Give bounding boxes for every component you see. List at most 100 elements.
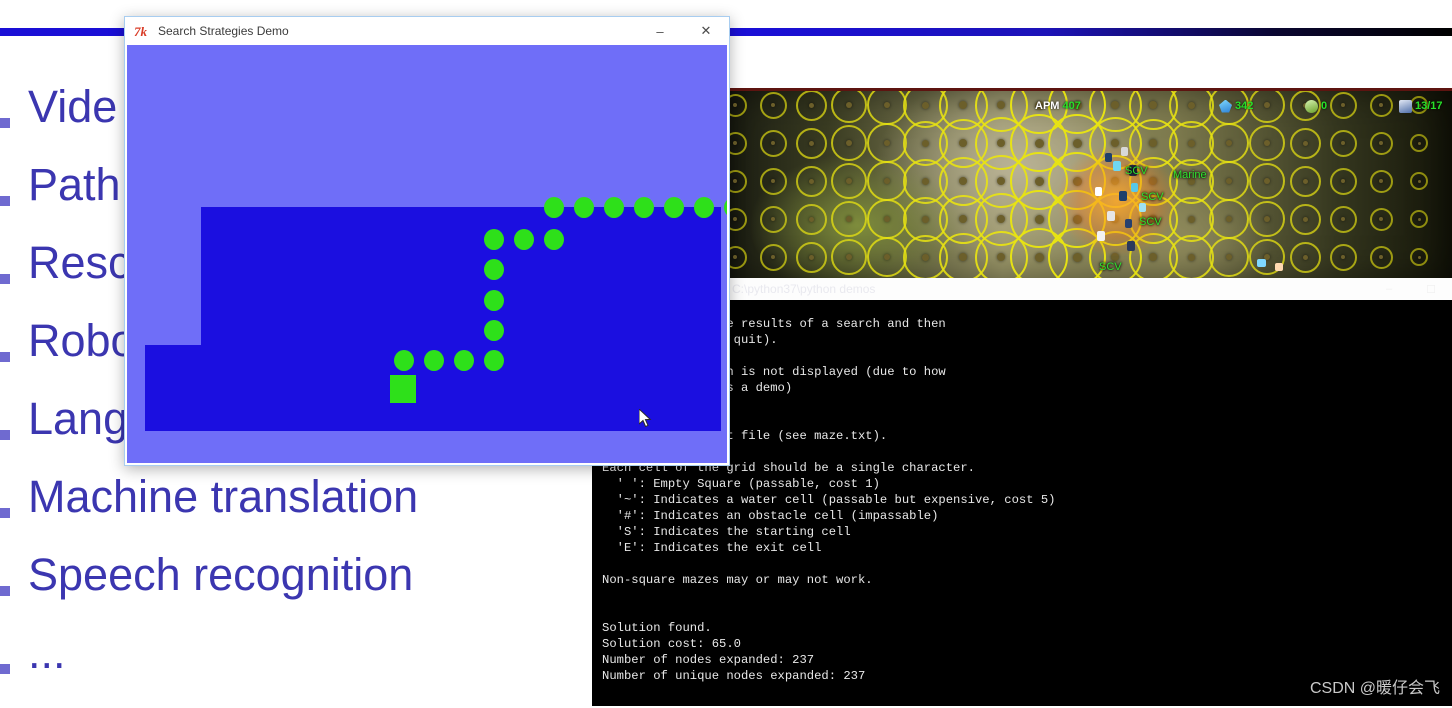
unit-marker-dot bbox=[808, 178, 814, 184]
unit-marker-dot bbox=[733, 255, 737, 259]
path-dot bbox=[514, 229, 534, 250]
game-unit-sprite bbox=[1119, 191, 1127, 201]
path-dot bbox=[484, 259, 504, 280]
maze-canvas[interactable] bbox=[127, 45, 727, 463]
unit-marker-dot bbox=[1417, 217, 1421, 221]
unit-marker-dot bbox=[1187, 215, 1195, 223]
console-minimize-button[interactable]: – bbox=[1368, 278, 1410, 300]
game-unit-sprite bbox=[1125, 219, 1132, 228]
unit-marker-dot bbox=[1341, 255, 1345, 259]
hud-minerals-value: 342 bbox=[1235, 100, 1254, 112]
console-title: C:\python37\python demos bbox=[732, 282, 876, 296]
search-strategies-demo-window[interactable]: 7k Search Strategies Demo – ✕ bbox=[124, 16, 730, 466]
unit-marker-dot bbox=[884, 178, 890, 184]
console-line: Non-square mazes may or may not work. bbox=[602, 573, 873, 587]
path-dot bbox=[484, 229, 504, 250]
minimize-button[interactable]: – bbox=[637, 17, 683, 45]
path-dot bbox=[664, 197, 684, 218]
unit-marker-dot bbox=[921, 215, 929, 223]
unit-marker-dot bbox=[733, 141, 737, 145]
bullet-label: ... bbox=[28, 627, 66, 678]
hud-apm-label: APM bbox=[1035, 100, 1060, 112]
path-dot bbox=[604, 197, 624, 218]
game-unit-sprite bbox=[1121, 147, 1128, 156]
unit-marker-dot bbox=[1226, 178, 1232, 184]
unit-marker-dot bbox=[846, 178, 852, 184]
unit-marker-dot bbox=[1302, 178, 1308, 184]
console-line: '#': Indicates an obstacle cell (impassa… bbox=[602, 509, 939, 523]
unit-marker-dot bbox=[997, 177, 1005, 185]
game-unit-sprite bbox=[1113, 161, 1121, 171]
bullet-label: Speech recognition bbox=[28, 549, 414, 600]
unit-marker-dot bbox=[884, 216, 890, 222]
close-button[interactable]: ✕ bbox=[683, 17, 729, 45]
tk-window-controls: – ✕ bbox=[637, 17, 729, 45]
mineral-icon bbox=[1219, 99, 1232, 113]
tkinter-app-icon: 7k bbox=[134, 24, 151, 39]
bullet-marker-icon bbox=[0, 664, 10, 674]
unit-marker-dot bbox=[846, 216, 852, 222]
console-line: ' ': Empty Square (passable, cost 1) bbox=[602, 477, 880, 491]
path-dot bbox=[544, 229, 564, 250]
hud-apm: APM 407 bbox=[1035, 100, 1081, 112]
unit-marker-dot bbox=[1417, 179, 1421, 183]
list-item: ... bbox=[0, 630, 620, 708]
unit-marker-dot bbox=[959, 139, 967, 147]
unit-marker-dot bbox=[1226, 140, 1232, 146]
console-line: Solution cost: 65.0 bbox=[602, 637, 741, 651]
unit-marker-dot bbox=[884, 140, 890, 146]
hud-gas-value: 0 bbox=[1321, 100, 1328, 112]
console-line: 'S': Indicates the starting cell bbox=[602, 525, 851, 539]
game-unit-sprite bbox=[1107, 211, 1115, 221]
slide-title-cropped bbox=[600, 0, 860, 4]
unit-marker-dot bbox=[846, 140, 852, 146]
unit-marker-dot bbox=[1341, 179, 1345, 183]
unit-marker-dot bbox=[959, 253, 967, 261]
supply-icon bbox=[1399, 99, 1412, 113]
unit-marker-dot bbox=[1341, 141, 1345, 145]
unit-marker-dot bbox=[1034, 214, 1044, 224]
unit-tag: SCV bbox=[1141, 191, 1164, 203]
unit-marker-dot bbox=[1187, 139, 1195, 147]
console-maximize-button[interactable]: ☐ bbox=[1410, 278, 1452, 300]
unit-marker-dot bbox=[808, 140, 814, 146]
unit-marker-dot bbox=[1264, 216, 1270, 222]
bullet-label: Machine translation bbox=[28, 471, 419, 522]
unit-marker-dot bbox=[1417, 255, 1421, 259]
unit-marker-dot bbox=[733, 217, 737, 221]
unit-marker-dot bbox=[921, 139, 929, 147]
unit-marker-dot bbox=[1034, 252, 1044, 262]
path-dot bbox=[724, 197, 727, 218]
path-dot bbox=[484, 320, 504, 341]
tk-window-title: Search Strategies Demo bbox=[158, 24, 289, 38]
console-line: Number of nodes expanded: 237 bbox=[602, 653, 815, 667]
console-window-controls: – ☐ bbox=[1368, 278, 1452, 300]
path-dot bbox=[484, 290, 504, 311]
unit-marker-dot bbox=[884, 254, 890, 260]
unit-marker-dot bbox=[1341, 217, 1345, 221]
unit-marker-dot bbox=[1226, 254, 1232, 260]
unit-marker-dot bbox=[1302, 140, 1308, 146]
console-line: '~': Indicates a water cell (passable bu… bbox=[602, 493, 1056, 507]
game-unit-sprite bbox=[1127, 241, 1135, 251]
tk-titlebar[interactable]: 7k Search Strategies Demo – ✕ bbox=[125, 17, 729, 45]
unit-marker-dot bbox=[1302, 254, 1308, 260]
unit-marker-dot bbox=[997, 215, 1005, 223]
unit-marker-dot bbox=[1264, 178, 1270, 184]
bullet-marker-icon bbox=[0, 586, 10, 596]
unit-marker-dot bbox=[1187, 253, 1195, 261]
svg-text:7k: 7k bbox=[134, 24, 148, 39]
unit-marker-dot bbox=[959, 177, 967, 185]
maze-start-cell bbox=[390, 375, 416, 403]
unit-marker-dot bbox=[921, 253, 929, 261]
unit-marker-dot bbox=[921, 177, 929, 185]
csdn-watermark: CSDN @暖仔会飞 bbox=[1309, 680, 1440, 697]
path-dot bbox=[484, 350, 504, 371]
list-item: Machine translation bbox=[0, 474, 620, 552]
game-unit-sprite bbox=[1097, 231, 1105, 241]
unit-marker-dot bbox=[1379, 141, 1383, 145]
unit-tag: SCV bbox=[1139, 216, 1162, 228]
unit-marker-dot bbox=[771, 179, 775, 183]
path-dot bbox=[454, 350, 474, 371]
